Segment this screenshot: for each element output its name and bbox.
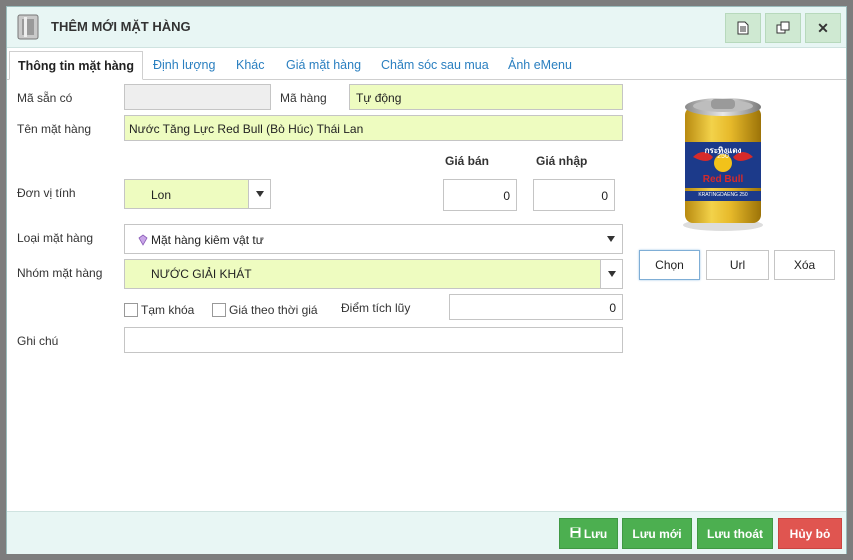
cost-price-label: Giá nhập — [536, 154, 588, 168]
item-code-label: Mã hàng — [280, 91, 327, 105]
tab-after-sales[interactable]: Chăm sóc sau mua — [373, 51, 497, 79]
can-250-text: 250 — [717, 153, 729, 160]
item-group-label: Nhóm mặt hàng — [17, 266, 103, 280]
document-button[interactable] — [725, 13, 761, 43]
save-new-button[interactable]: Lưu mới — [622, 518, 692, 549]
delete-image-button[interactable]: Xóa — [774, 250, 835, 280]
unit-select[interactable]: Lon — [124, 179, 271, 209]
market-price-checkbox[interactable] — [212, 303, 226, 317]
item-type-label: Loại mặt hàng — [17, 231, 94, 245]
sale-price-label: Giá bán — [445, 154, 490, 168]
item-name-label: Tên mặt hàng — [17, 122, 92, 136]
gem-icon — [137, 234, 149, 249]
can-brand-text: Red Bull — [702, 174, 744, 185]
item-group-select[interactable]: NƯỚC GIẢI KHÁT — [124, 259, 623, 289]
close-icon: ✕ — [817, 19, 829, 36]
chevron-down-icon — [607, 271, 616, 277]
product-image: กระทิงแดง 250 Red Bull KRATINGDAENG 250 — [673, 87, 773, 237]
item-code-input[interactable]: Tự động — [349, 84, 623, 110]
chevron-down-icon — [255, 191, 264, 197]
copy-button[interactable] — [765, 13, 801, 43]
market-price-label: Giá theo thời giá — [229, 303, 318, 317]
tab-quantification[interactable]: Định lượng — [145, 51, 223, 79]
lock-label: Tạm khóa — [141, 303, 195, 317]
item-group-dropdown-arrow[interactable] — [600, 260, 622, 288]
cost-price-input[interactable]: 0 — [533, 179, 615, 211]
save-label: Lưu — [583, 527, 608, 541]
sale-price-input[interactable]: 0 — [443, 179, 517, 211]
chevron-down-icon — [607, 236, 615, 242]
dialog-title: THÊM MỚI MẶT HÀNG — [51, 19, 191, 34]
tab-emenu-image[interactable]: Ảnh eMenu — [500, 51, 580, 79]
floppy-icon — [570, 519, 581, 550]
unit-label: Đơn vị tính — [17, 186, 76, 200]
notes-input[interactable] — [124, 327, 623, 353]
close-button[interactable]: ✕ — [805, 13, 841, 43]
existing-code-label: Mã sẵn có — [17, 91, 73, 105]
tab-item-price[interactable]: Giá mặt hàng — [278, 51, 369, 79]
document-icon — [737, 21, 749, 35]
save-button[interactable]: Lưu — [559, 518, 618, 549]
footer-bar: Lưu Lưu mới Lưu thoát Hủy bỏ — [7, 511, 846, 554]
can-bottom-text: KRATINGDAENG 250 — [698, 192, 748, 198]
add-item-dialog: THÊM MỚI MẶT HÀNG ✕ Thông tin mặt hàng Đ… — [6, 6, 847, 554]
product-icon — [15, 13, 41, 41]
item-type-dropdown-arrow[interactable] — [600, 225, 622, 253]
item-name-input[interactable]: Nước Tăng Lực Red Bull (Bò Húc) Thái Lan — [124, 115, 623, 141]
existing-code-input[interactable] — [124, 84, 271, 110]
reward-points-input[interactable]: 0 — [449, 294, 623, 320]
choose-image-button[interactable]: Chọn — [639, 250, 700, 280]
title-bar: THÊM MỚI MẶT HÀNG ✕ — [7, 7, 846, 48]
lock-checkbox[interactable] — [124, 303, 138, 317]
notes-label: Ghi chú — [17, 334, 59, 348]
unit-dropdown-arrow[interactable] — [248, 180, 270, 208]
cancel-button[interactable]: Hủy bỏ — [778, 518, 842, 549]
reward-points-label: Điểm tích lũy — [341, 301, 411, 315]
copy-icon — [776, 21, 790, 34]
item-type-select[interactable]: Mặt hàng kiêm vật tư — [124, 224, 623, 254]
tab-other[interactable]: Khác — [228, 51, 273, 79]
url-image-button[interactable]: Url — [706, 250, 769, 280]
save-exit-button[interactable]: Lưu thoát — [697, 518, 773, 549]
tab-bar: Thông tin mặt hàng Định lượng Khác Giá m… — [7, 51, 846, 80]
tab-item-info[interactable]: Thông tin mặt hàng — [9, 51, 143, 80]
